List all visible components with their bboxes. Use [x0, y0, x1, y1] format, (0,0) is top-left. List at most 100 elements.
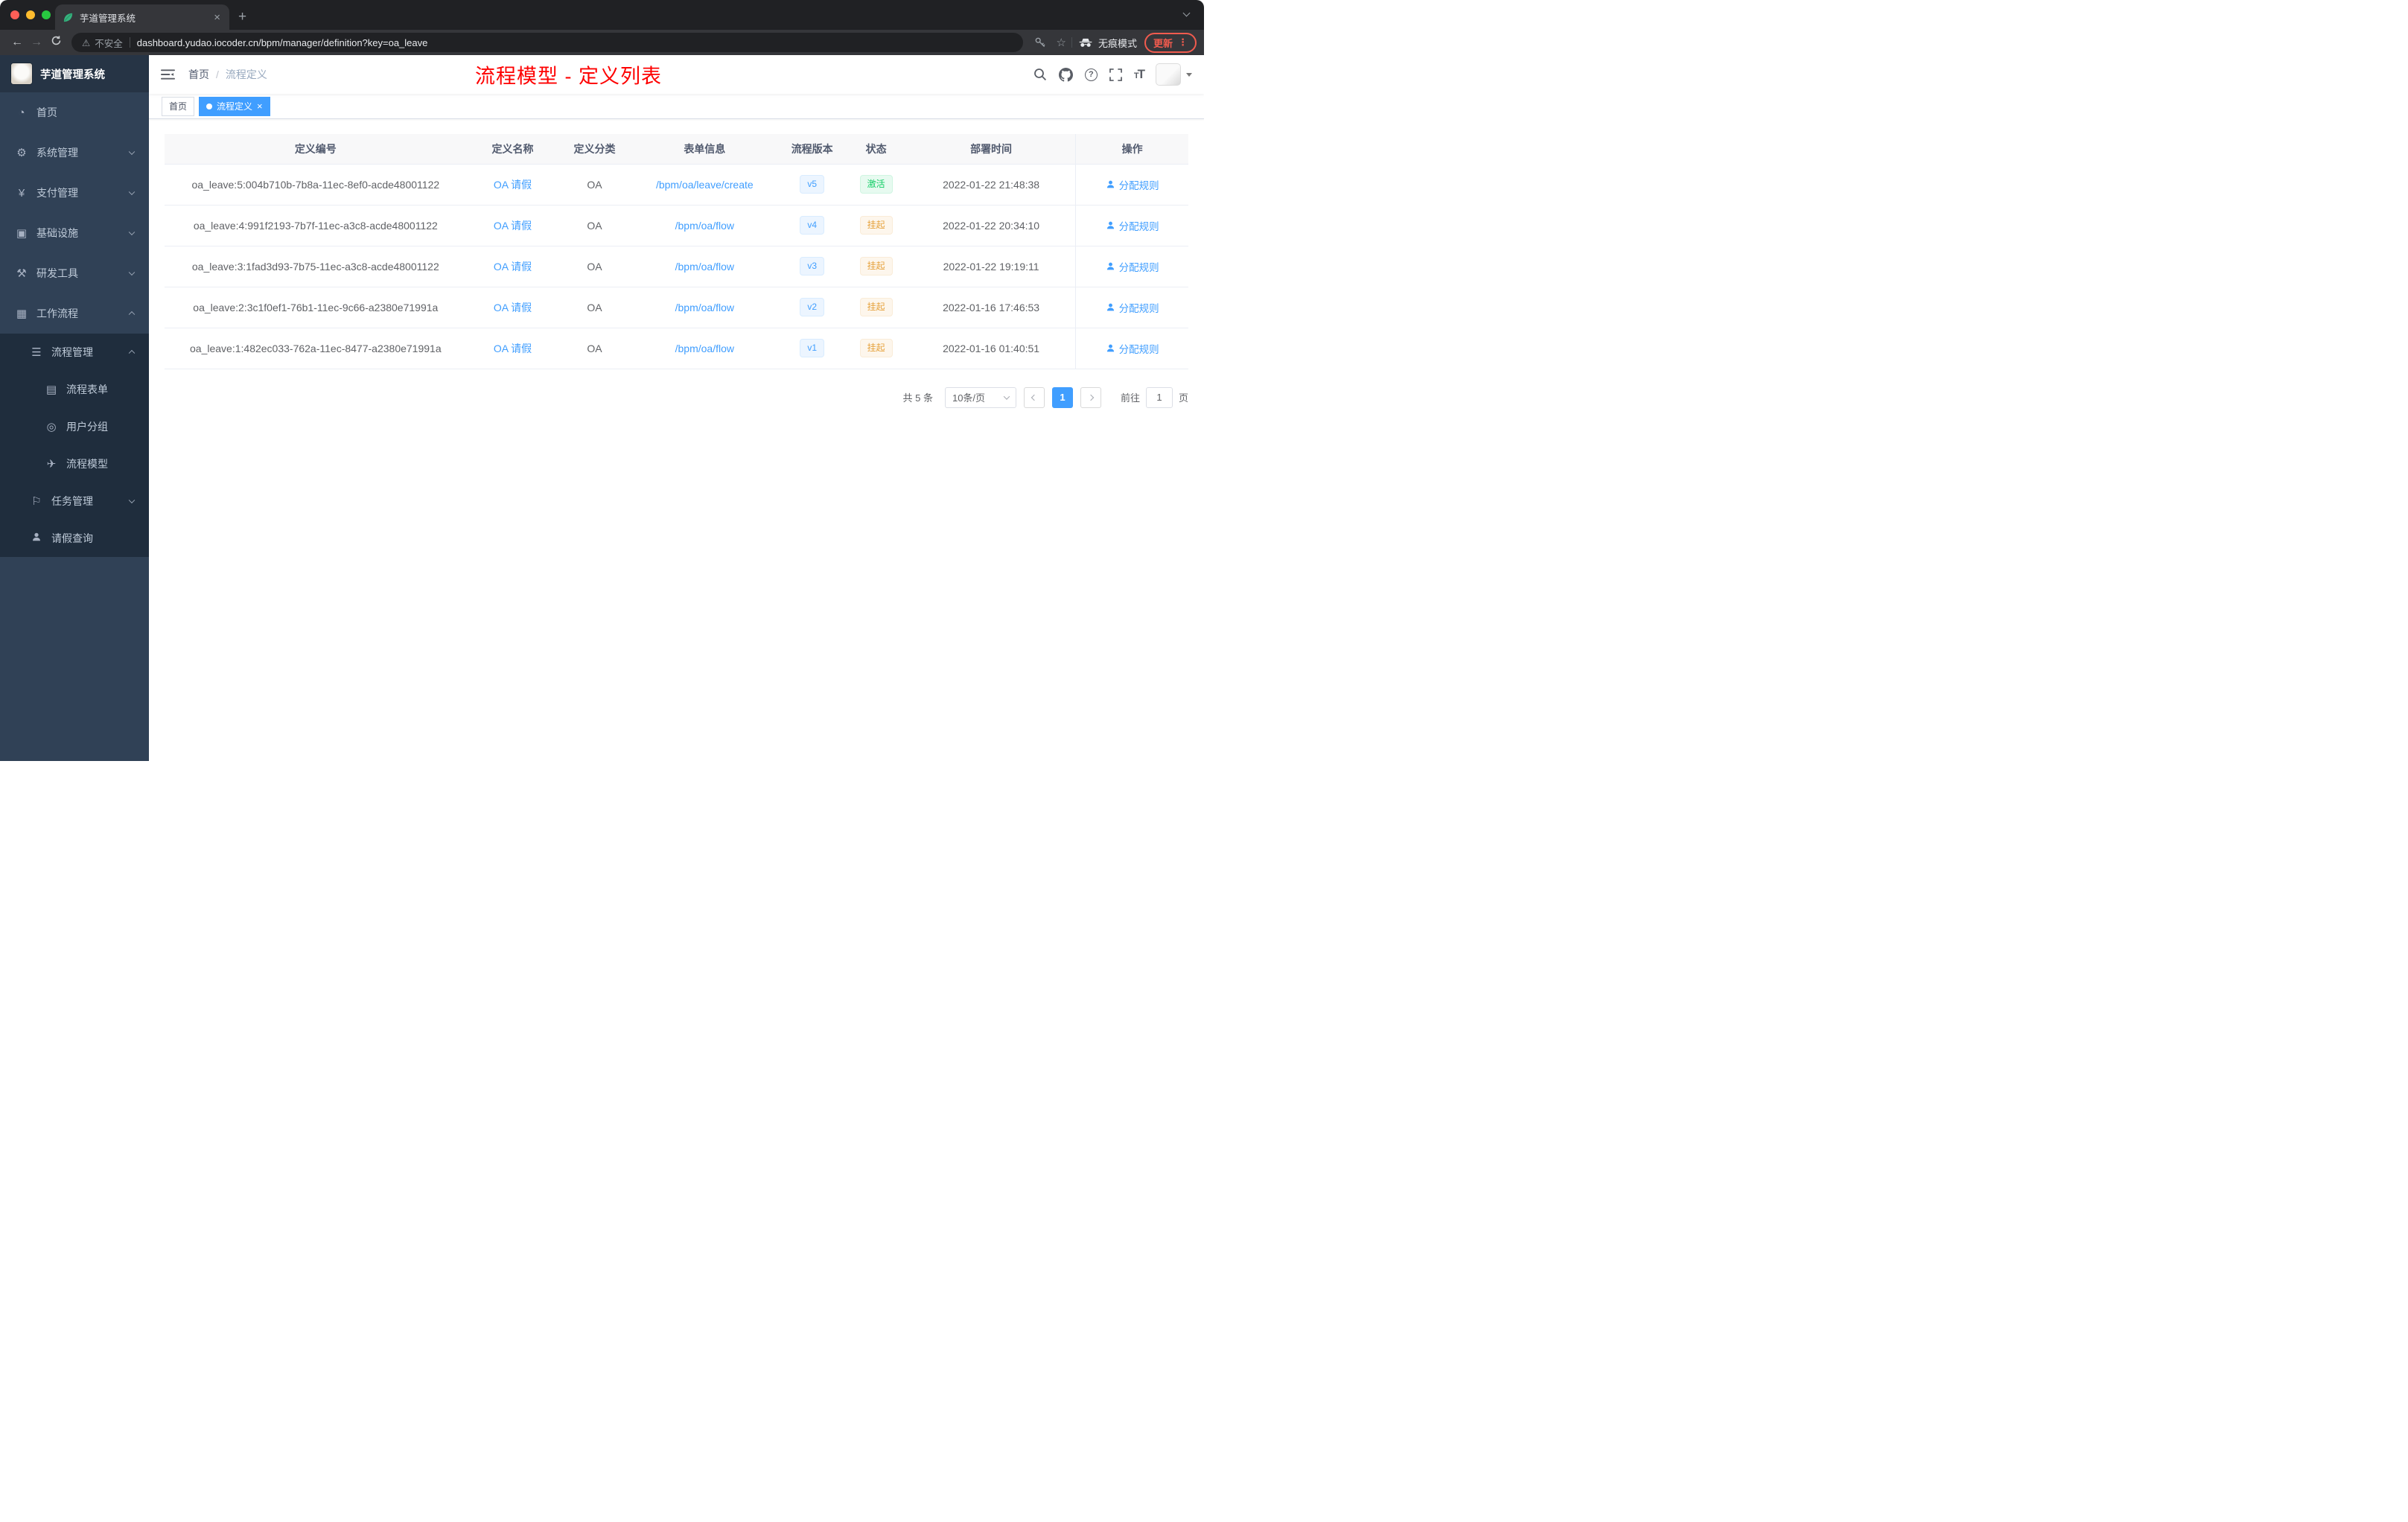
goto-page-input[interactable]	[1145, 386, 1173, 408]
form-info-link[interactable]: /bpm/oa/flow	[675, 261, 734, 273]
page-size-select[interactable]: 10条/页	[944, 386, 1016, 408]
sidebar-item-leave-query[interactable]: 请假查询	[0, 520, 149, 557]
url-text[interactable]: dashboard.yudao.iocoder.cn/bpm/manager/d…	[137, 37, 428, 48]
close-window-button[interactable]	[10, 10, 19, 19]
form-info-link[interactable]: /bpm/oa/flow	[675, 302, 734, 313]
tab-search-button[interactable]	[1182, 6, 1191, 19]
new-tab-button[interactable]: +	[238, 10, 246, 24]
pagination: 共 5 条 10条/页 1 前往 页	[165, 386, 1188, 408]
tag-label: 流程定义	[217, 101, 253, 112]
cell-category: OA	[558, 164, 631, 206]
minimize-window-button[interactable]	[26, 10, 35, 19]
password-key-button[interactable]	[1029, 36, 1051, 48]
top-navbar: 首页 / 流程定义 流程模型 - 定义列表 ? TT	[149, 55, 1204, 94]
avatar[interactable]	[1156, 63, 1181, 86]
breadcrumb-current: 流程定义	[225, 69, 267, 80]
page-number-1[interactable]: 1	[1051, 386, 1073, 408]
column-header-form-info: 表单信息	[630, 134, 779, 165]
help-button[interactable]: ?	[1084, 68, 1098, 81]
version-badge: v2	[800, 298, 825, 316]
sidebar: 芋道管理系统 ◔ 首页 ⚙ 系统管理 ¥ 支付管理 ▣ 基础设施 ⚒ 研发工具 …	[0, 55, 149, 761]
version-badge: v1	[800, 339, 825, 357]
sidebar-item-payment[interactable]: ¥ 支付管理	[0, 173, 149, 213]
assign-rule-label: 分配规则	[1118, 302, 1159, 314]
github-button[interactable]	[1058, 67, 1073, 82]
tab-strip: 芋道管理系统 × +	[0, 0, 1204, 30]
user-menu[interactable]	[1156, 63, 1192, 86]
chevron-up-icon	[128, 311, 136, 318]
sidebar-item-workflow[interactable]: ▦ 工作流程	[0, 293, 149, 334]
assign-rule-button[interactable]: 分配规则	[1106, 300, 1159, 315]
fullscreen-button[interactable]	[1109, 68, 1122, 81]
sidebar-item-user-group[interactable]: ◎ 用户分组	[0, 408, 149, 445]
warning-icon: ⚠	[82, 37, 91, 48]
forward-button[interactable]: →	[27, 36, 46, 49]
browser-tab[interactable]: 芋道管理系统 ×	[55, 4, 229, 30]
send-icon: ✈	[46, 458, 57, 471]
sidebar-item-label: 基础设施	[36, 227, 78, 239]
cell-definition-id: oa_leave:5:004b710b-7b8a-11ec-8ef0-acde4…	[165, 164, 467, 206]
zoom-window-button[interactable]	[42, 10, 51, 19]
assign-rule-button[interactable]: 分配规则	[1106, 341, 1159, 356]
sidebar-item-process-model[interactable]: ✈ 流程模型	[0, 445, 149, 483]
sidebar-item-home[interactable]: ◔ 首页	[0, 92, 149, 133]
font-size-button[interactable]: TT	[1134, 67, 1145, 82]
browser-update-button[interactable]: 更新 ⋮	[1144, 32, 1197, 53]
sidebar-menu: ◔ 首页 ⚙ 系统管理 ¥ 支付管理 ▣ 基础设施 ⚒ 研发工具 ▦ 工作流程 …	[0, 92, 149, 761]
back-button[interactable]: ←	[7, 36, 27, 49]
column-header-actions: 操作	[1075, 134, 1188, 165]
cell-category: OA	[558, 246, 631, 287]
search-icon	[1033, 69, 1046, 81]
tab-title: 芋道管理系统	[80, 13, 136, 24]
tag-home[interactable]: 首页	[162, 96, 195, 116]
tab-favicon-icon	[63, 13, 73, 22]
cell-definition-id: oa_leave:3:1fad3d93-7b75-11ec-a3c8-acde4…	[165, 246, 467, 287]
definition-name-link[interactable]: OA 请假	[494, 220, 532, 232]
definition-name-link[interactable]: OA 请假	[494, 302, 532, 313]
chevron-up-icon	[128, 349, 136, 357]
sidebar-item-process-form[interactable]: ▤ 流程表单	[0, 371, 149, 408]
prev-page-button[interactable]	[1023, 386, 1045, 408]
sidebar-item-dev-tools[interactable]: ⚒ 研发工具	[0, 253, 149, 293]
assign-rule-button[interactable]: 分配规则	[1106, 218, 1159, 233]
definition-name-link[interactable]: OA 请假	[494, 343, 532, 354]
form-info-link[interactable]: /bpm/oa/flow	[675, 343, 734, 354]
security-status[interactable]: ⚠ 不安全	[82, 36, 123, 50]
definition-name-link[interactable]: OA 请假	[494, 261, 532, 273]
browser-window: 芋道管理系统 × + ← → ⚠ 不安全 dashboard.yudao.ioc…	[0, 0, 1204, 761]
form-icon: ▤	[45, 383, 57, 396]
column-header-category: 定义分类	[558, 134, 631, 165]
assign-rule-button[interactable]: 分配规则	[1106, 259, 1159, 274]
search-button[interactable]	[1033, 68, 1047, 81]
assign-rule-label: 分配规则	[1118, 261, 1159, 273]
page-size-value: 10条/页	[952, 392, 986, 404]
next-page-button[interactable]	[1080, 386, 1101, 408]
page-content: 定义编号 定义名称 定义分类 表单信息 流程版本 状态 部署时间 操作 oa_l	[149, 119, 1204, 761]
sidebar-collapse-button[interactable]	[161, 69, 175, 80]
form-info-link[interactable]: /bpm/oa/leave/create	[656, 179, 754, 191]
breadcrumb-home-link[interactable]: 首页	[188, 67, 209, 82]
form-info-link[interactable]: /bpm/oa/flow	[675, 220, 734, 232]
sidebar-item-system[interactable]: ⚙ 系统管理	[0, 133, 149, 173]
table-row: oa_leave:5:004b710b-7b8a-11ec-8ef0-acde4…	[165, 164, 1188, 206]
definition-table: 定义编号 定义名称 定义分类 表单信息 流程版本 状态 部署时间 操作 oa_l	[165, 134, 1188, 369]
sidebar-item-process-management[interactable]: ☰ 流程管理	[0, 334, 149, 371]
person-icon	[1106, 180, 1114, 188]
tools-icon: ⚒	[16, 267, 27, 280]
bookmark-star-button[interactable]: ☆	[1051, 36, 1071, 49]
sidebar-logo[interactable]: 芋道管理系统	[0, 55, 149, 92]
address-bar[interactable]: ⚠ 不安全 dashboard.yudao.iocoder.cn/bpm/man…	[71, 33, 1023, 52]
sidebar-item-label: 流程管理	[51, 346, 93, 358]
sidebar-item-task-management[interactable]: ⚐ 任务管理	[0, 483, 149, 520]
cell-deploy-time: 2022-01-16 17:46:53	[906, 287, 1076, 328]
reload-button[interactable]	[46, 35, 66, 50]
definition-name-link[interactable]: OA 请假	[494, 179, 532, 191]
tab-close-icon[interactable]: ×	[212, 12, 222, 23]
sidebar-item-infrastructure[interactable]: ▣ 基础设施	[0, 213, 149, 253]
cell-definition-id: oa_leave:1:482ec033-762a-11ec-8477-a2380…	[165, 328, 467, 369]
tag-process-definition[interactable]: 流程定义 ×	[199, 96, 270, 116]
assign-rule-button[interactable]: 分配规则	[1106, 177, 1159, 192]
chevron-down-icon	[128, 497, 136, 504]
tag-close-icon[interactable]: ×	[257, 101, 263, 111]
navbar-actions: ? TT	[1033, 63, 1192, 86]
